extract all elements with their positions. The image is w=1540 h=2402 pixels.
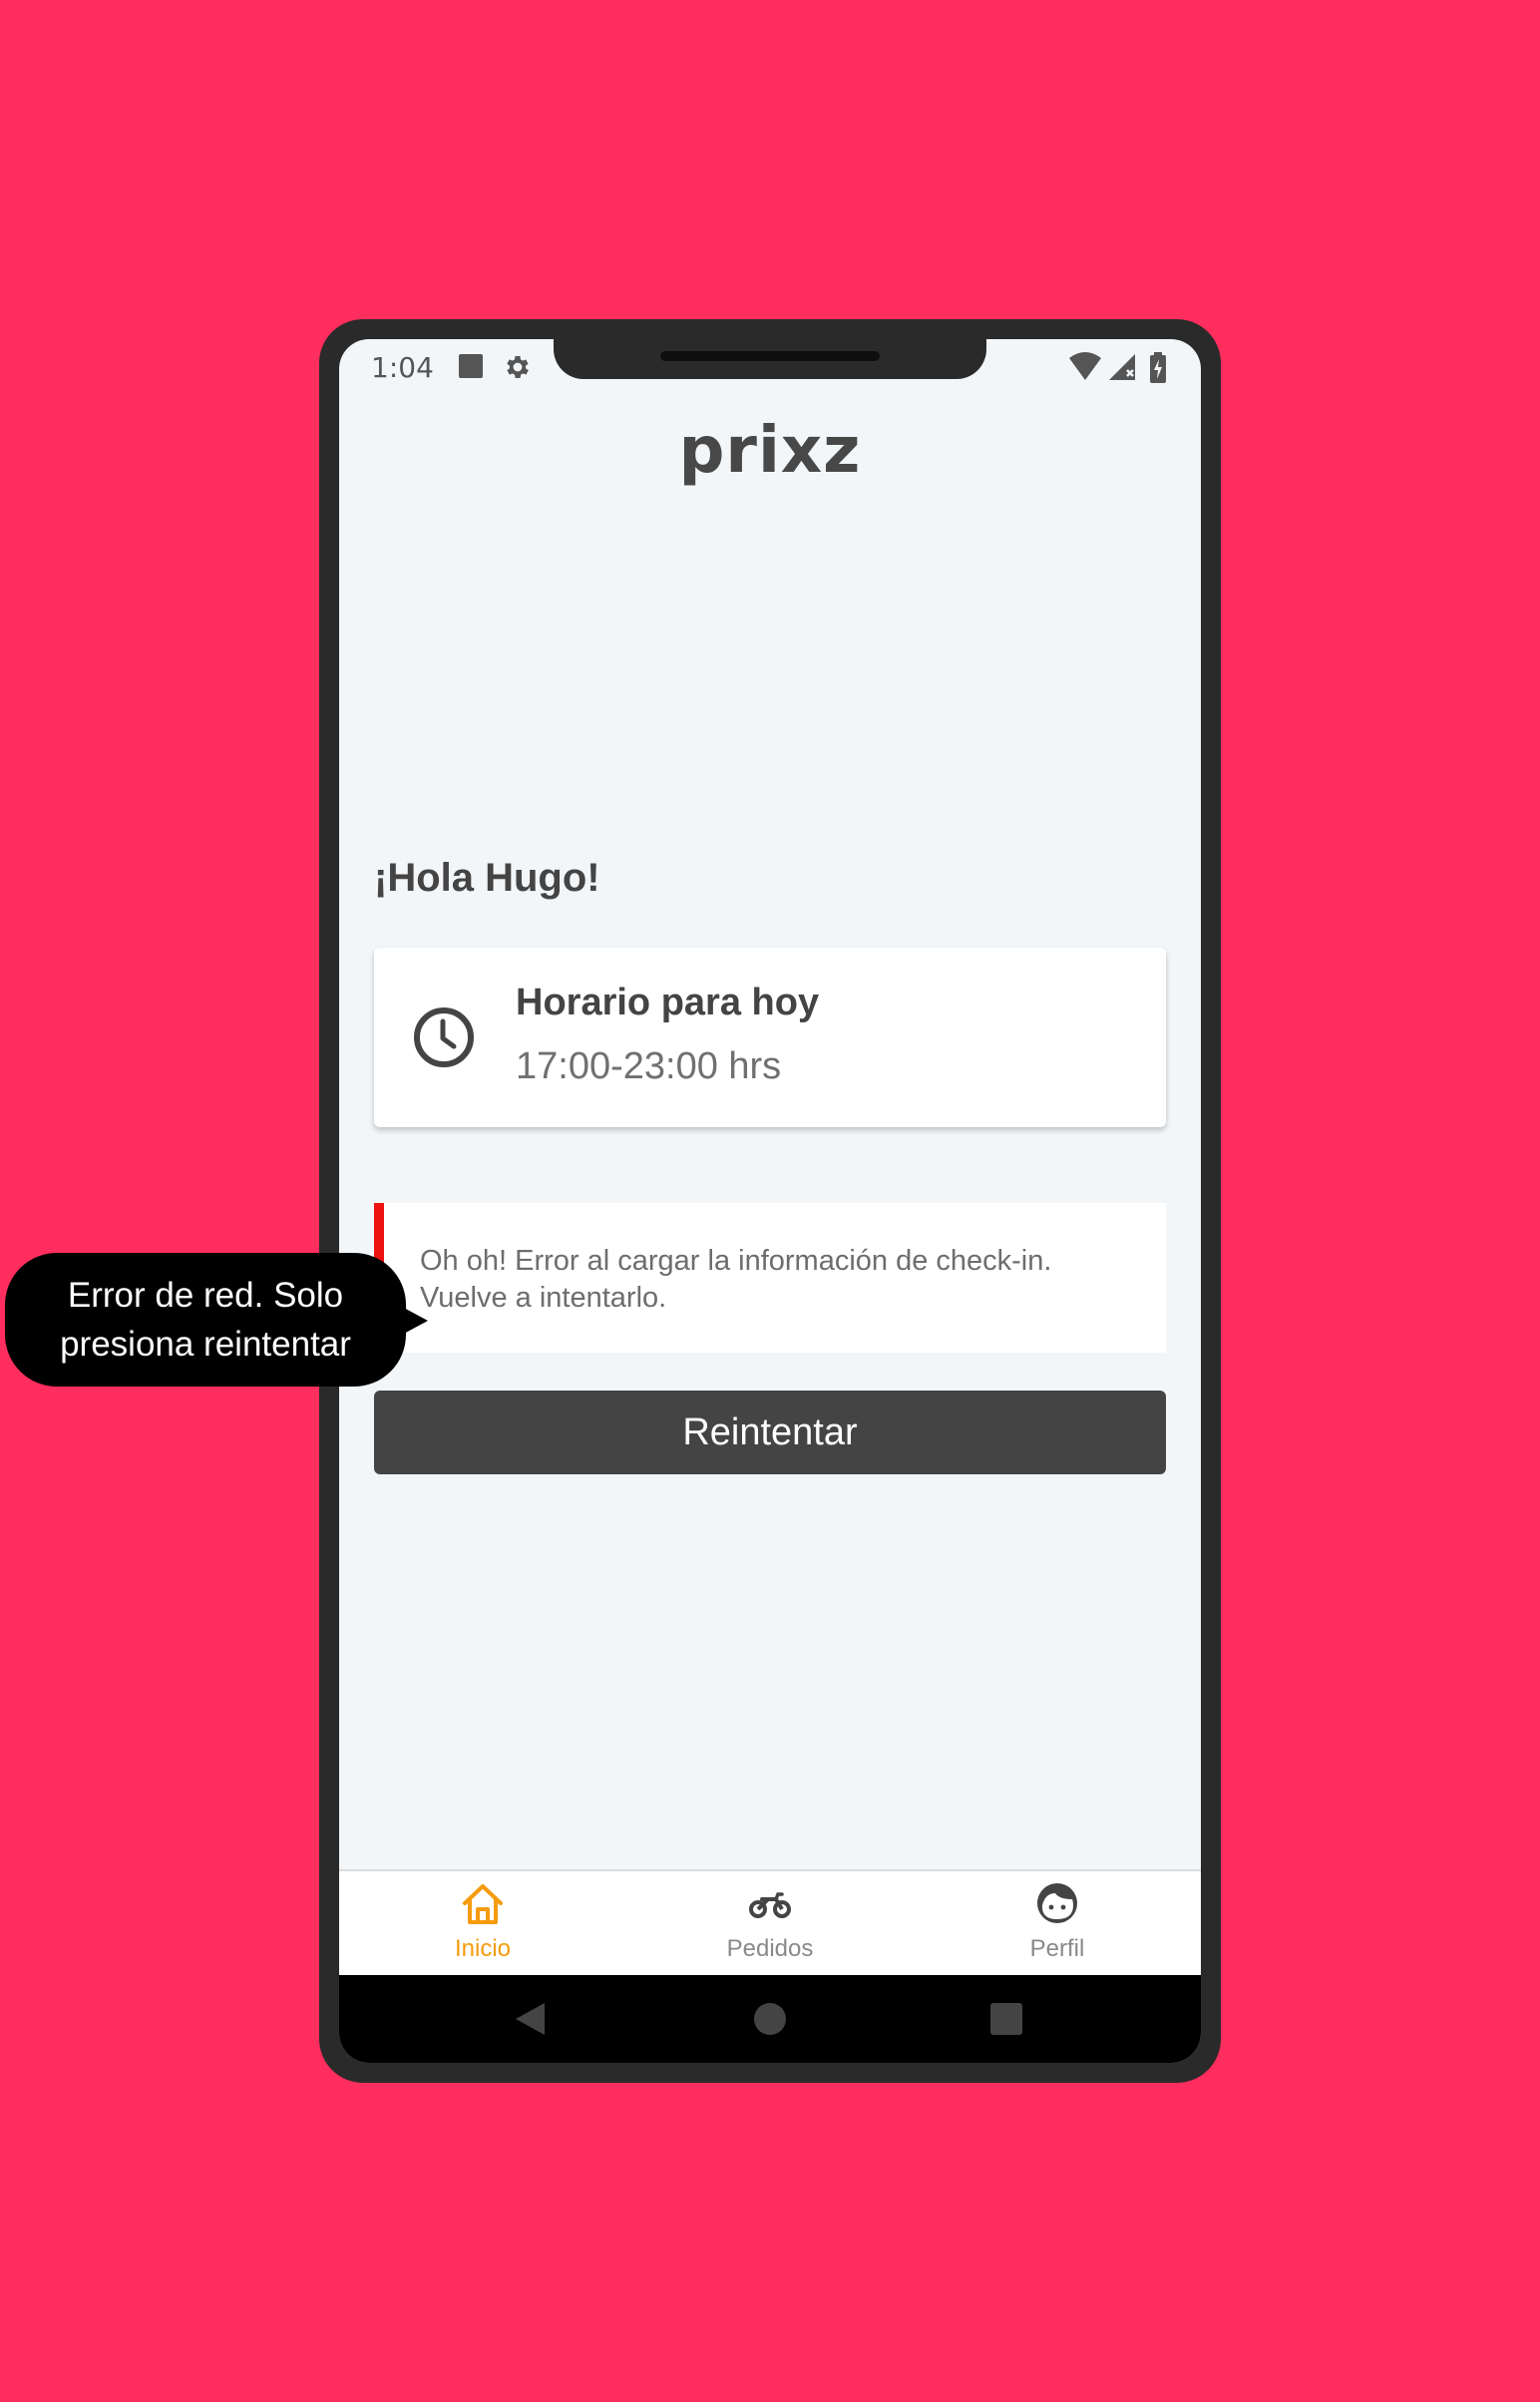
bottom-navigation: Inicio Pedidos Perfil (339, 1869, 1201, 1975)
app-screen: 1:04 prixz ¡Hola Hugo! Horario para hoy … (339, 339, 1201, 2063)
greeting-heading: ¡Hola Hugo! (374, 856, 600, 900)
tooltip-line-2: presiona reintentar (60, 1325, 351, 1364)
nav-item-inicio[interactable]: Inicio (383, 1871, 582, 1975)
retry-button[interactable]: Reintentar (374, 1391, 1166, 1474)
battery-charging-icon (1150, 352, 1166, 383)
speaker-grille (660, 351, 880, 361)
motorcycle-icon (749, 1892, 791, 1918)
signal-icon (1109, 354, 1135, 380)
nav-label-inicio: Inicio (454, 1935, 512, 1962)
nav-item-perfil[interactable]: Perfil (958, 1871, 1157, 1975)
face-icon (1037, 1883, 1077, 1923)
nav-label-pedidos: Pedidos (726, 1935, 814, 1962)
schedule-card: Horario para hoy 17:00-23:00 hrs (374, 948, 1166, 1127)
prixz-logo: prixz (678, 414, 862, 488)
camera-notch (554, 339, 986, 379)
schedule-hours: 17:00-23:00 hrs (516, 1045, 782, 1087)
status-time: 1:04 (371, 351, 434, 384)
wifi-icon (1069, 352, 1101, 380)
clock-icon (414, 1007, 474, 1067)
nav-label-perfil: Perfil (1029, 1935, 1085, 1962)
home-circle-icon[interactable] (752, 2001, 788, 2037)
storage-square-icon (459, 354, 483, 378)
error-message-text: Oh oh! Error al cargar la información de… (420, 1245, 1052, 1314)
recents-square-icon[interactable] (989, 2001, 1023, 2037)
tooltip-line-1: Error de red. Solo (67, 1276, 344, 1315)
system-navigation-bar (339, 1975, 1201, 2063)
schedule-title: Horario para hoy (516, 982, 820, 1023)
network-error-tooltip: Error de red. Solo presiona reintentar (5, 1253, 428, 1387)
gear-icon (507, 356, 529, 378)
phone-frame: 1:04 prixz ¡Hola Hugo! Horario para hoy … (319, 319, 1221, 2083)
nav-item-pedidos[interactable]: Pedidos (670, 1871, 870, 1975)
home-icon (463, 1884, 503, 1924)
error-message-box: Oh oh! Error al cargar la información de… (374, 1203, 1166, 1353)
back-triangle-icon[interactable] (513, 2001, 547, 2037)
